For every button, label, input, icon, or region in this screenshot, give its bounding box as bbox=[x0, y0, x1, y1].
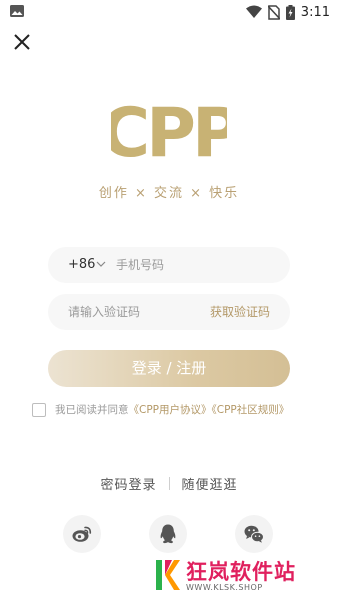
status-bar: 3:11 bbox=[0, 0, 338, 24]
login-register-button[interactable]: 登录 / 注册 bbox=[48, 350, 290, 387]
get-code-button[interactable]: 获取验证码 bbox=[210, 294, 270, 330]
weibo-icon bbox=[72, 526, 92, 542]
community-rules-link[interactable]: 《CPP社区规则》 bbox=[212, 404, 290, 416]
image-notification-icon bbox=[10, 5, 24, 17]
qq-login-button[interactable] bbox=[149, 515, 187, 553]
weibo-login-button[interactable] bbox=[63, 515, 101, 553]
wechat-login-button[interactable] bbox=[235, 515, 273, 553]
country-code-selector[interactable]: +86 bbox=[68, 247, 95, 283]
agree-checkbox[interactable] bbox=[32, 403, 46, 417]
phone-input[interactable] bbox=[116, 247, 276, 283]
phone-field: +86 bbox=[48, 247, 290, 283]
tagline: 创作 × 交流 × 快乐 bbox=[98, 186, 240, 201]
alternative-options: 密码登录 随便逛逛 bbox=[0, 474, 338, 493]
battery-charging-icon bbox=[285, 4, 295, 20]
app-logo: CPP bbox=[111, 94, 227, 164]
close-icon[interactable] bbox=[10, 30, 34, 54]
divider bbox=[168, 476, 170, 490]
watermark-logo-icon bbox=[156, 560, 180, 590]
qq-icon bbox=[160, 524, 176, 544]
verification-code-field: 获取验证码 bbox=[48, 294, 290, 330]
agreement-prefix: 我已阅读并同意 bbox=[55, 404, 129, 416]
agreement-text: 我已阅读并同意《CPP用户协议》《CPP社区规则》 bbox=[55, 403, 289, 417]
watermark-url: WWW.KLSK.SHOP bbox=[186, 583, 263, 592]
wifi-icon bbox=[245, 5, 262, 18]
agreement-row: 我已阅读并同意《CPP用户协议》《CPP社区规则》 bbox=[32, 403, 322, 419]
no-sim-icon bbox=[267, 4, 280, 20]
watermark-title: 狂岚软件站 bbox=[186, 560, 296, 584]
verification-code-input[interactable] bbox=[68, 294, 198, 330]
browse-link[interactable]: 随便逛逛 bbox=[182, 474, 238, 493]
logo-text: CPP bbox=[111, 94, 227, 164]
status-time: 3:11 bbox=[300, 4, 330, 20]
chevron-down-icon[interactable] bbox=[96, 259, 106, 269]
password-login-link[interactable]: 密码登录 bbox=[100, 474, 156, 493]
wechat-icon bbox=[244, 525, 264, 543]
user-agreement-link[interactable]: 《CPP用户协议》 bbox=[129, 404, 212, 416]
watermark: 狂岚软件站 WWW.KLSK.SHOP bbox=[150, 554, 330, 598]
